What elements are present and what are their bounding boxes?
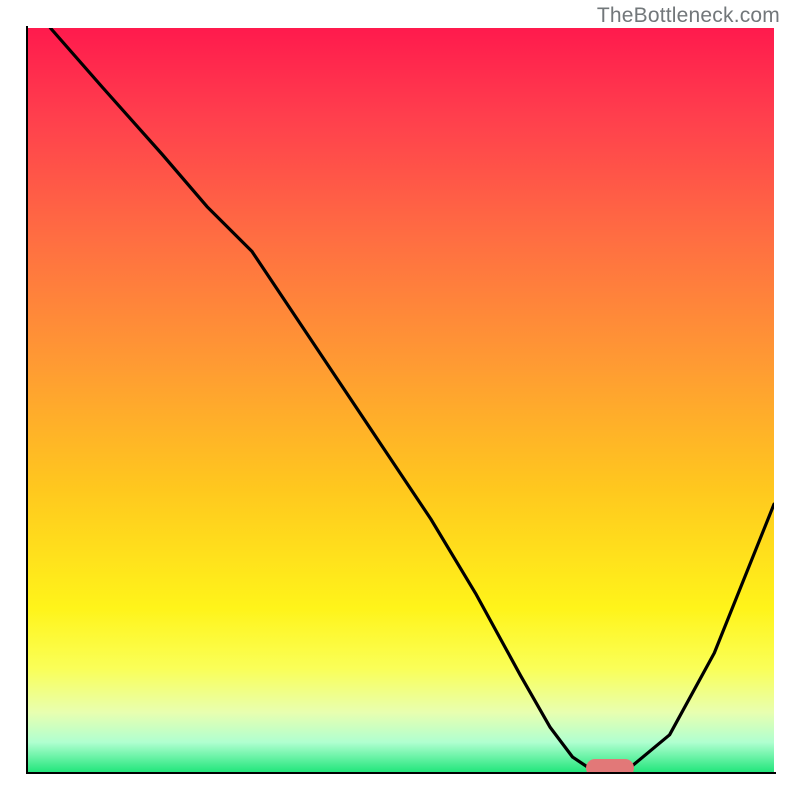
chart-container: TheBottleneck.com <box>0 0 800 800</box>
x-axis <box>26 772 776 774</box>
bottleneck-curve-path <box>50 28 774 772</box>
watermark-text: TheBottleneck.com <box>597 4 780 28</box>
optimal-marker <box>586 759 634 772</box>
bottleneck-curve-svg <box>28 28 774 772</box>
plot-area <box>28 28 774 772</box>
y-axis <box>26 26 28 774</box>
